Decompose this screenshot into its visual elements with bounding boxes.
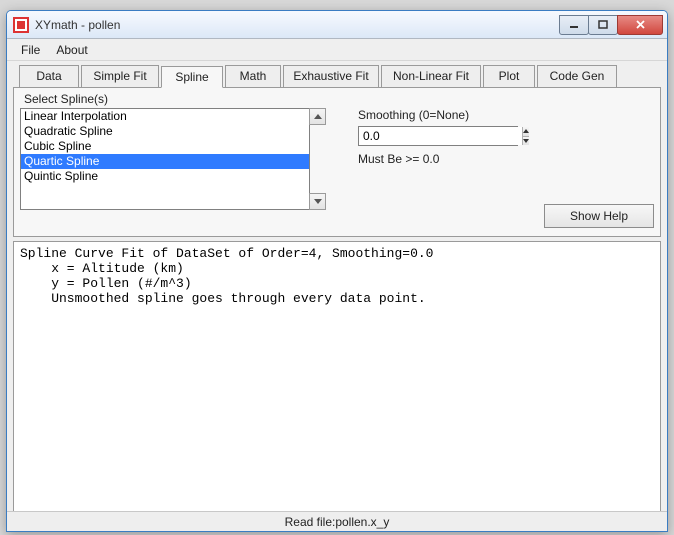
list-item[interactable]: Quartic Spline — [21, 154, 309, 169]
list-item[interactable]: Quintic Spline — [21, 169, 309, 184]
smoothing-hint: Must Be >= 0.0 — [358, 152, 518, 166]
tabs-strip: Data Simple Fit Spline Math Exhaustive F… — [19, 65, 661, 87]
chevron-down-icon — [523, 139, 529, 143]
menu-file[interactable]: File — [13, 41, 48, 59]
app-icon — [13, 17, 29, 33]
spinner-down-button[interactable] — [523, 137, 529, 146]
maximize-button[interactable] — [588, 15, 618, 35]
chevron-down-icon — [314, 199, 322, 204]
tab-nonlinear-fit[interactable]: Non-Linear Fit — [381, 65, 481, 87]
smoothing-spinner — [358, 126, 518, 146]
menu-about[interactable]: About — [48, 41, 95, 59]
spinner-up-button[interactable] — [523, 127, 529, 137]
minimize-button[interactable] — [559, 15, 589, 35]
smoothing-pane: Smoothing (0=None) Must Be >= 0.0 — [358, 108, 518, 210]
status-text: Read file:pollen.x_y — [285, 515, 390, 529]
close-icon — [635, 19, 646, 30]
spline-list-label: Select Spline(s) — [24, 92, 654, 106]
statusbar: Read file:pollen.x_y — [7, 511, 667, 531]
scroll-track[interactable] — [309, 125, 326, 193]
tab-simple-fit[interactable]: Simple Fit — [81, 65, 159, 87]
list-item[interactable]: Quadratic Spline — [21, 124, 309, 139]
list-item[interactable]: Cubic Spline — [21, 139, 309, 154]
chevron-up-icon — [314, 114, 322, 119]
spline-listbox-wrap: Linear Interpolation Quadratic Spline Cu… — [20, 108, 326, 210]
show-help-button[interactable]: Show Help — [544, 204, 654, 228]
chevron-up-icon — [523, 129, 529, 133]
menubar: File About — [7, 39, 667, 61]
tab-data[interactable]: Data — [19, 65, 79, 87]
maximize-icon — [598, 20, 608, 30]
titlebar[interactable]: XYmath - pollen — [7, 11, 667, 39]
window-title: XYmath - pollen — [35, 18, 560, 32]
list-item[interactable]: Linear Interpolation — [21, 109, 309, 124]
app-window: XYmath - pollen File About Data Simple F… — [6, 10, 668, 532]
scroll-down-button[interactable] — [309, 193, 326, 210]
spline-listbox[interactable]: Linear Interpolation Quadratic Spline Cu… — [20, 108, 310, 210]
smoothing-label: Smoothing (0=None) — [358, 108, 518, 122]
listbox-scrollbar[interactable] — [309, 108, 326, 210]
output-text: Spline Curve Fit of DataSet of Order=4, … — [13, 241, 661, 519]
tab-spline[interactable]: Spline — [161, 66, 223, 88]
smoothing-input[interactable] — [359, 127, 522, 145]
scroll-up-button[interactable] — [309, 108, 326, 125]
tab-exhaustive-fit[interactable]: Exhaustive Fit — [283, 65, 379, 87]
tab-plot[interactable]: Plot — [483, 65, 535, 87]
content-area: Data Simple Fit Spline Math Exhaustive F… — [7, 61, 667, 237]
tab-math[interactable]: Math — [225, 65, 281, 87]
window-controls — [560, 15, 663, 35]
minimize-icon — [569, 20, 579, 30]
tab-code-gen[interactable]: Code Gen — [537, 65, 617, 87]
close-button[interactable] — [617, 15, 663, 35]
spline-panel: Select Spline(s) Linear Interpolation Qu… — [13, 87, 661, 237]
